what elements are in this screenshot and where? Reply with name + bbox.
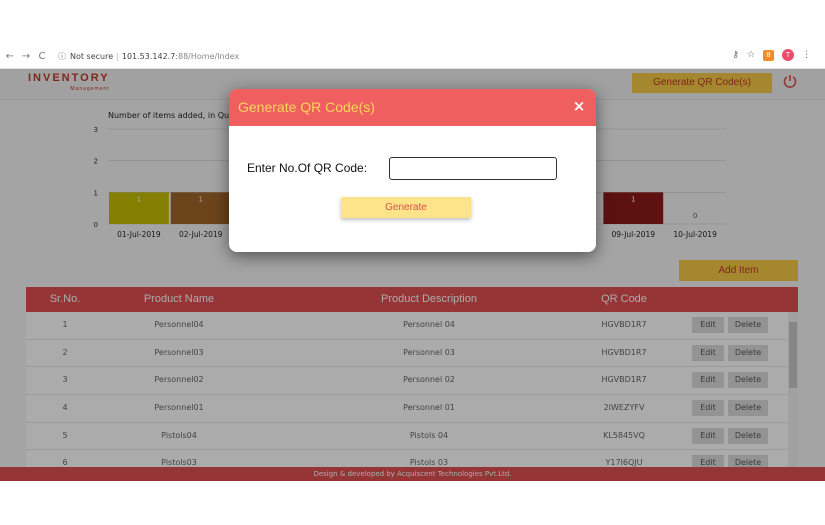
browser-toolbar: ← → C ⓘ Not secure | 101.53.142.7:88/Home/… — [0, 45, 825, 69]
extension-icon[interactable]: 8 — [763, 49, 774, 61]
back-icon[interactable]: ← — [4, 51, 16, 62]
generate-qr-modal: Generate QR Code(s) × Enter No.Of QR Cod… — [229, 89, 596, 252]
modal-header: Generate QR Code(s) × — [229, 89, 596, 126]
modal-title: Generate QR Code(s) — [238, 99, 375, 115]
menu-dots-icon[interactable]: ⋮ — [802, 50, 811, 60]
reload-icon[interactable]: C — [36, 51, 48, 62]
key-icon[interactable]: ⚷ — [732, 50, 739, 60]
info-icon[interactable]: ⓘ — [58, 51, 66, 62]
security-label: Not secure — [70, 52, 114, 61]
url-path: :88/Home/Index — [175, 52, 240, 61]
qr-count-label: Enter No.Of QR Code: — [247, 161, 368, 175]
generate-button[interactable]: Generate — [341, 197, 471, 218]
qr-count-input[interactable] — [389, 157, 557, 180]
forward-icon[interactable]: → — [20, 51, 32, 62]
address-bar[interactable]: Not secure | 101.53.142.7:88/Home/Index — [70, 52, 239, 61]
close-icon[interactable]: × — [572, 99, 586, 114]
url-host: 101.53.142.7 — [121, 52, 176, 61]
star-icon[interactable]: ☆ — [747, 50, 755, 60]
profile-avatar[interactable]: T — [782, 49, 794, 61]
